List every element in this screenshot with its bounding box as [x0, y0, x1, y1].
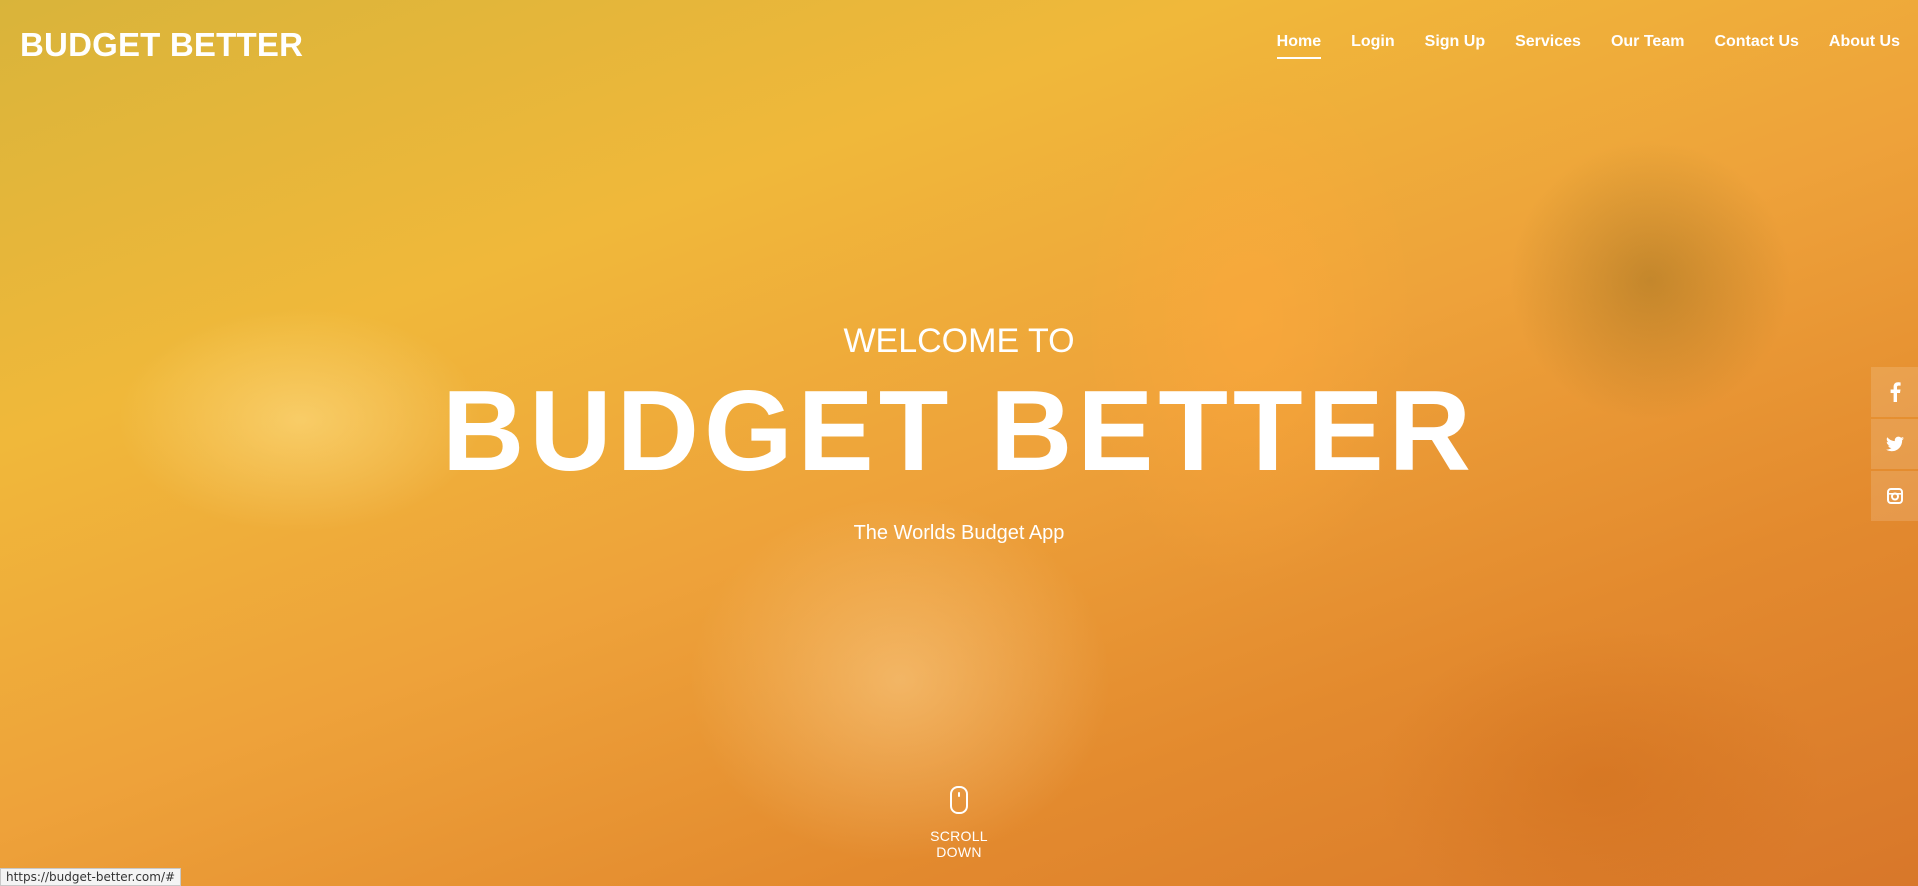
main-nav: Home Login Sign Up Services Our Team Con… — [1276, 33, 1900, 59]
brand-logo[interactable]: BUDGET BETTER — [20, 26, 303, 64]
scroll-down-button[interactable]: SCROLL DOWN — [909, 786, 1009, 860]
nav-link-about-us[interactable]: About Us — [1829, 33, 1900, 59]
twitter-icon-svg — [1885, 436, 1904, 452]
welcome-text: WELCOME TO — [843, 322, 1075, 360]
hero-title: BUDGET BETTER — [442, 368, 1476, 495]
mouse-wheel-icon — [958, 792, 960, 797]
nav-link-services[interactable]: Services — [1515, 33, 1581, 59]
facebook-icon-svg — [1890, 382, 1901, 402]
nav-link-our-team[interactable]: Our Team — [1611, 33, 1685, 59]
nav-link-login[interactable]: Login — [1351, 33, 1395, 59]
nav-link-sign-up[interactable]: Sign Up — [1425, 33, 1485, 59]
scroll-down-label: SCROLL DOWN — [930, 828, 988, 860]
nav-link-home[interactable]: Home — [1276, 33, 1322, 59]
instagram-icon-svg — [1886, 488, 1903, 504]
hero-section: BUDGET BETTER Home Login Sign Up Service… — [0, 0, 1918, 886]
twitter-icon[interactable] — [1871, 419, 1918, 469]
nav-link-contact-us[interactable]: Contact Us — [1714, 33, 1798, 59]
mouse-icon — [950, 786, 968, 814]
status-bar-url: https://budget-better.com/# — [0, 868, 182, 886]
facebook-icon[interactable] — [1871, 367, 1918, 417]
instagram-icon[interactable] — [1871, 471, 1918, 521]
hero-subtitle: The Worlds Budget App — [853, 522, 1065, 544]
social-links — [1871, 367, 1918, 523]
